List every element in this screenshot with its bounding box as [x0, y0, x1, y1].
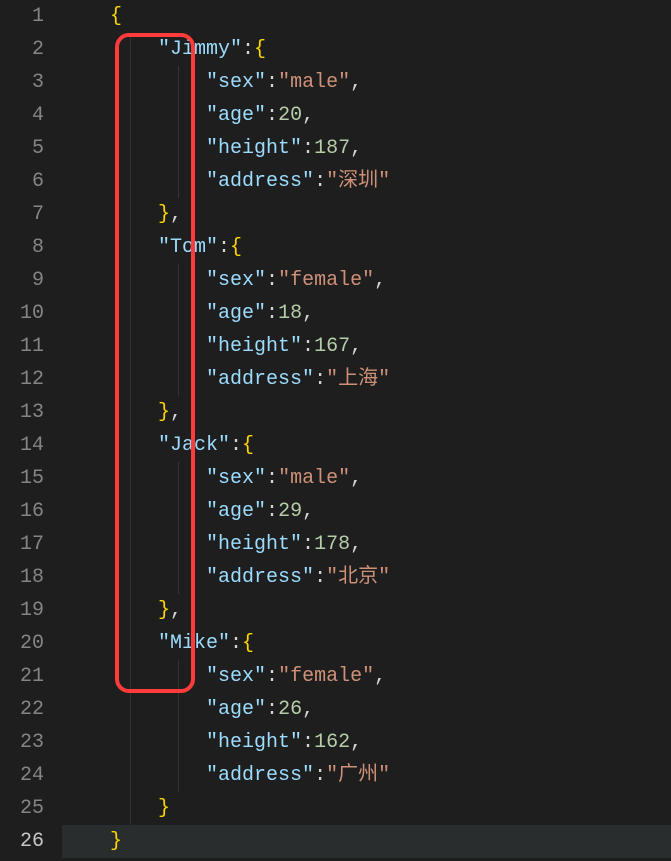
code-line[interactable]: "Tom":{: [62, 231, 671, 264]
line-number: 24: [0, 759, 44, 792]
line-number: 7: [0, 198, 44, 231]
code-line[interactable]: "sex":"female",: [62, 660, 671, 693]
line-number: 12: [0, 363, 44, 396]
code-line[interactable]: "height":178,: [62, 528, 671, 561]
code-line[interactable]: "height":167,: [62, 330, 671, 363]
code-line[interactable]: "age":26,: [62, 693, 671, 726]
line-number: 23: [0, 726, 44, 759]
code-line[interactable]: "address":"广州": [62, 759, 671, 792]
line-number: 3: [0, 66, 44, 99]
line-number: 26: [0, 825, 44, 858]
code-line[interactable]: "Jack":{: [62, 429, 671, 462]
line-number: 21: [0, 660, 44, 693]
code-line[interactable]: "sex":"male",: [62, 66, 671, 99]
line-number: 2: [0, 33, 44, 66]
code-line[interactable]: "address":"上海": [62, 363, 671, 396]
line-number: 1: [0, 0, 44, 33]
code-line[interactable]: "sex":"male",: [62, 462, 671, 495]
code-line[interactable]: }: [62, 825, 671, 858]
code-line[interactable]: }: [62, 792, 671, 825]
line-number: 25: [0, 792, 44, 825]
code-line[interactable]: "height":162,: [62, 726, 671, 759]
code-line[interactable]: "age":29,: [62, 495, 671, 528]
code-line[interactable]: "Mike":{: [62, 627, 671, 660]
code-line[interactable]: "address":"北京": [62, 561, 671, 594]
code-line[interactable]: },: [62, 594, 671, 627]
line-number: 14: [0, 429, 44, 462]
line-number: 22: [0, 693, 44, 726]
line-number: 10: [0, 297, 44, 330]
code-line[interactable]: "sex":"female",: [62, 264, 671, 297]
line-number: 4: [0, 99, 44, 132]
line-number: 19: [0, 594, 44, 627]
code-area[interactable]: { "Jimmy":{ "sex":"male", "age":20, "hei…: [62, 0, 671, 861]
line-number: 8: [0, 231, 44, 264]
code-line[interactable]: {: [62, 0, 671, 33]
code-line[interactable]: "Jimmy":{: [62, 33, 671, 66]
code-line[interactable]: "age":20,: [62, 99, 671, 132]
line-number: 20: [0, 627, 44, 660]
line-number: 11: [0, 330, 44, 363]
code-line[interactable]: "age":18,: [62, 297, 671, 330]
line-number: 13: [0, 396, 44, 429]
line-number: 17: [0, 528, 44, 561]
code-line[interactable]: "address":"深圳": [62, 165, 671, 198]
code-line[interactable]: },: [62, 396, 671, 429]
line-number-gutter: 1 2 3 4 5 6 7 8 9 10 11 12 13 14 15 16 1…: [0, 0, 62, 861]
line-number: 6: [0, 165, 44, 198]
line-number: 5: [0, 132, 44, 165]
line-number: 16: [0, 495, 44, 528]
line-number: 15: [0, 462, 44, 495]
code-editor[interactable]: 1 2 3 4 5 6 7 8 9 10 11 12 13 14 15 16 1…: [0, 0, 671, 861]
code-line[interactable]: },: [62, 198, 671, 231]
code-line[interactable]: "height":187,: [62, 132, 671, 165]
line-number: 9: [0, 264, 44, 297]
line-number: 18: [0, 561, 44, 594]
